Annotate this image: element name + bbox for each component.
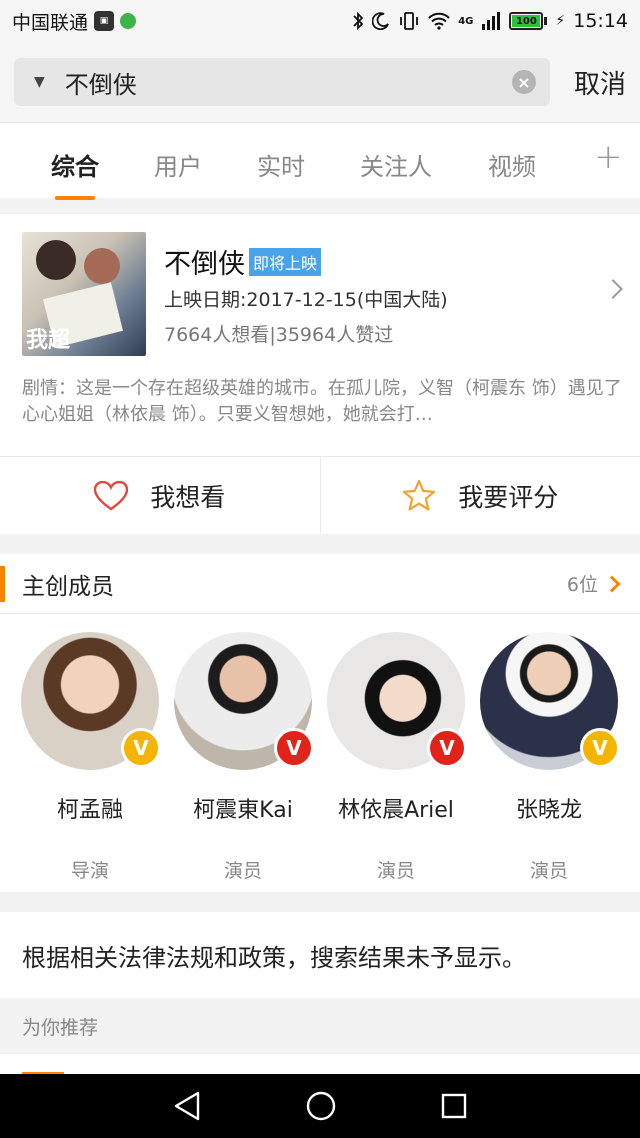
member-name[interactable]: 林依晨Ariel	[321, 792, 471, 824]
action-bar: 我想看 我要评分	[0, 456, 640, 534]
release-date: 上映日期:2017-12-15(中国大陆)	[164, 289, 448, 311]
recommend-header: 为你推荐	[0, 998, 640, 1054]
add-tab-icon[interactable]: +	[594, 137, 623, 177]
system-nav-bar	[0, 1074, 640, 1138]
cast-member[interactable]: V 柯孟融 导演	[15, 632, 165, 883]
member-name[interactable]: 张晓龙	[474, 792, 624, 824]
cast-section: 主创成员 6位 V 柯孟融 导演 V 柯震東Kai 演员 V 林依晨Ariel …	[0, 554, 640, 892]
status-bar: 中国联通 ▣ 4G 100 ⚡ 15:14	[0, 0, 640, 42]
section-accent-bar	[0, 566, 5, 602]
recommend-list	[0, 1054, 640, 1076]
cancel-button[interactable]: 取消	[574, 64, 626, 101]
member-role: 演员	[529, 860, 568, 882]
poster-text: 我超	[26, 328, 71, 353]
verified-badge-icon: V	[274, 728, 314, 768]
member-role: 演员	[223, 860, 262, 882]
charging-icon: ⚡	[555, 13, 566, 29]
movie-title[interactable]: 不倒侠	[164, 249, 245, 280]
star-icon	[403, 479, 436, 510]
search-query[interactable]: 不倒侠	[65, 65, 512, 100]
search-bar: ▼ 不倒侠 × 取消	[0, 42, 640, 122]
notification-icon: ▣	[94, 11, 115, 31]
tab-all[interactable]: 综合	[51, 147, 99, 200]
avatar[interactable]: V	[21, 632, 161, 770]
vibrate-icon	[400, 12, 419, 30]
coming-soon-badge: 即将上映	[249, 248, 322, 276]
cast-title: 主创成员	[22, 573, 114, 600]
verified-badge-icon: V	[427, 728, 467, 768]
cast-member[interactable]: V 林依晨Ariel 演员	[321, 632, 471, 883]
clear-icon[interactable]: ×	[512, 70, 536, 94]
member-role: 演员	[376, 860, 415, 882]
tab-users[interactable]: 用户	[154, 147, 202, 182]
heart-icon	[94, 480, 129, 510]
tab-video[interactable]: 视频	[488, 147, 536, 182]
avatar[interactable]: V	[174, 632, 314, 770]
tab-following[interactable]: 关注人	[360, 147, 432, 182]
search-type-dropdown-icon[interactable]: ▼	[34, 74, 45, 90]
member-name[interactable]: 柯孟融	[15, 792, 165, 824]
movie-plot[interactable]: 剧情：这是一个存在超级英雄的城市。在孤儿院，义智（柯震东 饰）遇见了心心姐姐（林…	[22, 376, 622, 428]
cast-member[interactable]: V 张晓龙 演员	[474, 632, 624, 883]
recents-icon[interactable]	[440, 1092, 468, 1120]
verified-badge-icon: V	[580, 728, 620, 768]
movie-title-row[interactable]: 不倒侠 即将上映	[164, 242, 322, 281]
rate-label: 我要评分	[458, 482, 559, 512]
tab-realtime[interactable]: 实时	[257, 147, 305, 182]
app-notification-icon	[120, 13, 137, 29]
movie-poster[interactable]: 我超	[22, 232, 146, 356]
battery-icon: 100	[509, 12, 548, 30]
chevron-right-icon[interactable]	[603, 575, 621, 592]
network-type-label: 4G	[458, 15, 474, 27]
avatar[interactable]: V	[480, 632, 620, 770]
verified-badge-icon: V	[121, 728, 161, 768]
signal-icon	[482, 12, 501, 30]
carrier-label: 中国联通	[12, 11, 89, 34]
back-icon[interactable]	[172, 1090, 202, 1122]
member-role: 导演	[70, 860, 109, 882]
search-input[interactable]: ▼ 不倒侠 ×	[14, 58, 550, 106]
cast-member[interactable]: V 柯震東Kai 演员	[168, 632, 318, 883]
home-icon[interactable]	[305, 1090, 337, 1122]
wifi-icon	[428, 12, 450, 30]
bluetooth-icon	[353, 11, 364, 31]
battery-level: 100	[512, 15, 541, 27]
want-to-watch-button[interactable]: 我想看	[0, 457, 320, 534]
avatar[interactable]: V	[327, 632, 467, 770]
filtered-results-notice: 根据相关法律法规和政策，搜索结果未予显示。	[0, 912, 640, 998]
search-tabs: 综合 用户 实时 关注人 视频 +	[0, 122, 640, 200]
cast-header[interactable]: 主创成员 6位	[0, 554, 640, 614]
movie-stats: 7664人想看|35964人赞过	[164, 324, 394, 346]
want-to-watch-label: 我想看	[150, 482, 226, 512]
member-name[interactable]: 柯震東Kai	[168, 792, 318, 824]
rate-button[interactable]: 我要评分	[319, 457, 640, 534]
do-not-disturb-icon	[372, 12, 390, 30]
cast-count[interactable]: 6位	[567, 570, 598, 597]
clock: 15:14	[573, 10, 628, 32]
